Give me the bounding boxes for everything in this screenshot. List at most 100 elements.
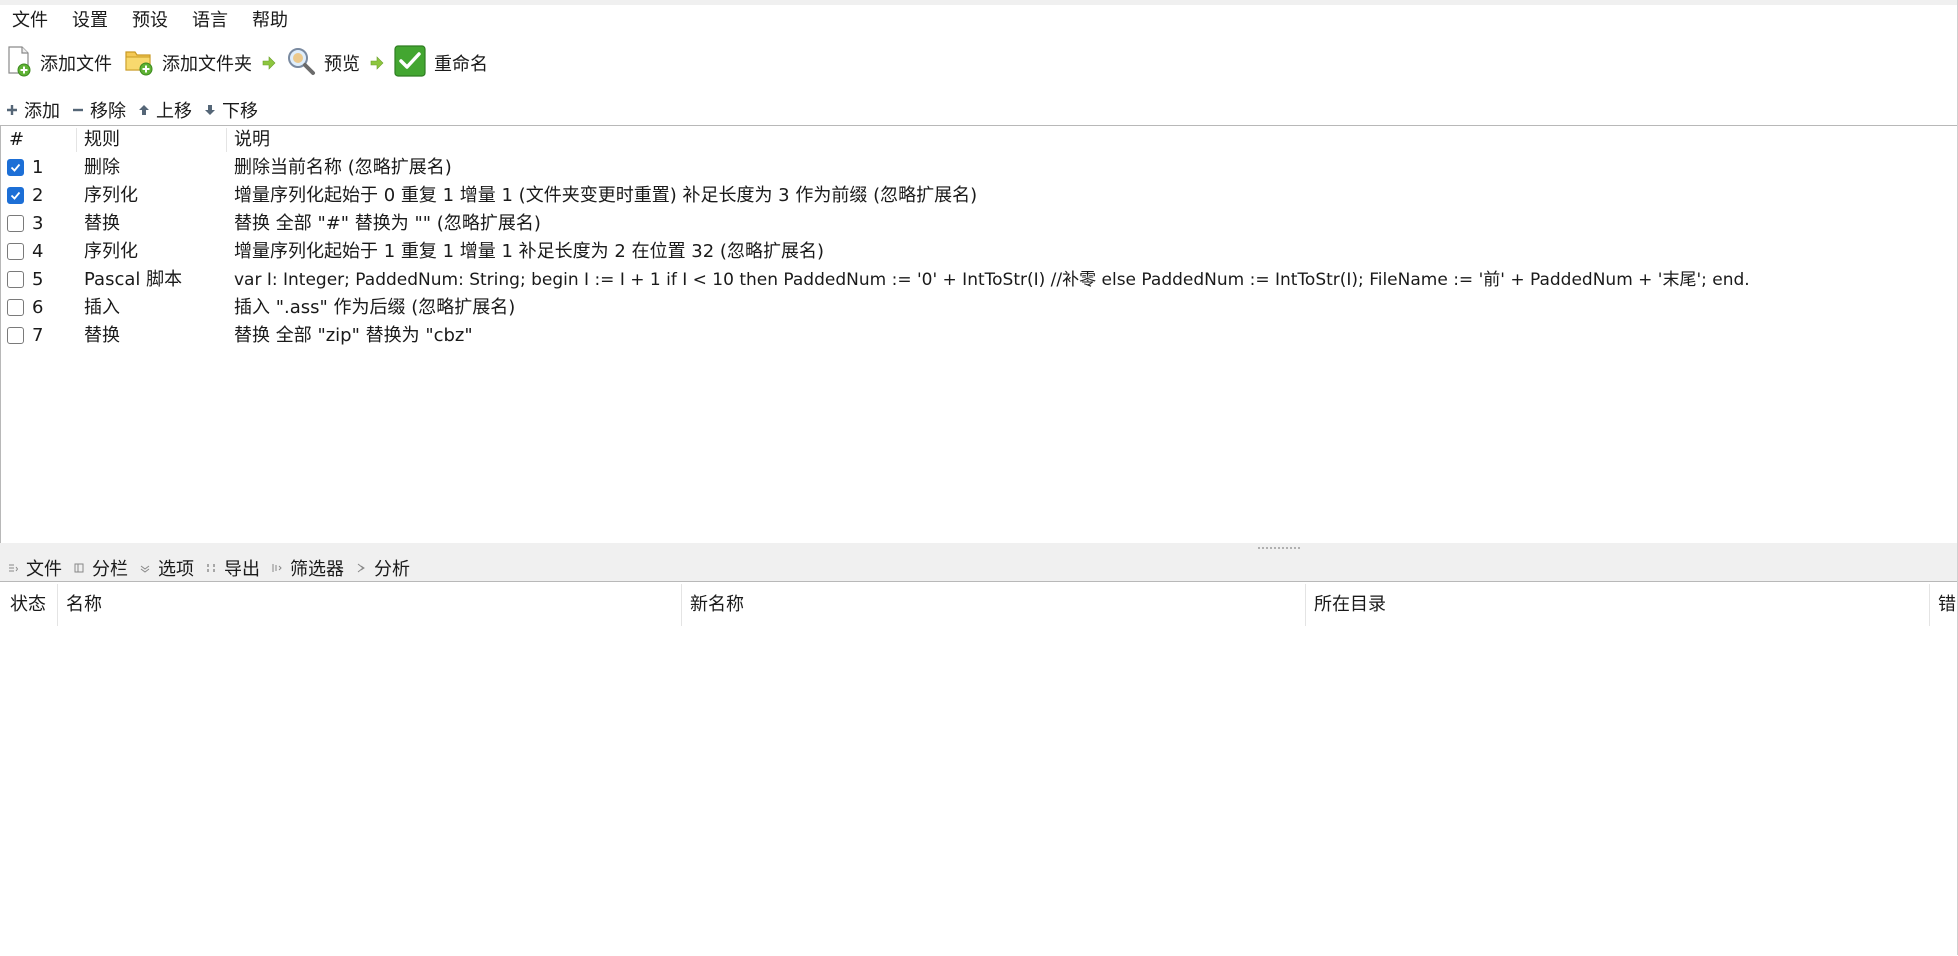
analyze-menu-button[interactable]: 分析: [354, 555, 410, 581]
arrow-up-icon: [138, 104, 150, 116]
preview-label: 预览: [324, 54, 360, 75]
rule-enabled-checkbox[interactable]: [7, 187, 24, 204]
rules-header: # 规则 说明: [1, 126, 1957, 154]
files-menu-button[interactable]: 文件: [6, 555, 62, 581]
menu-bar: 文件 设置 预设 语言 帮助: [0, 5, 1958, 36]
move-down-button[interactable]: 下移: [204, 97, 258, 123]
rule-row[interactable]: 2 序列化 增量序列化起始于 0 重复 1 增量 1 (文件夹变更时重置) 补足…: [1, 182, 1957, 210]
magnifier-icon: [286, 46, 316, 81]
rule-enabled-checkbox[interactable]: [7, 327, 24, 344]
rule-row[interactable]: 6 插入 插入 ".ass" 作为后缀 (忽略扩展名): [1, 294, 1957, 322]
files-list[interactable]: 状态 名称 新名称 所在目录 错: [0, 581, 1958, 956]
rule-index: 5: [32, 269, 44, 290]
rule-row[interactable]: 4 序列化 增量序列化起始于 1 重复 1 增量 1 补足长度为 2 在位置 3…: [1, 238, 1957, 266]
arrow-right-icon: [258, 41, 280, 85]
plus-icon: [6, 104, 18, 116]
rule-index: 2: [32, 185, 44, 206]
menu-help[interactable]: 帮助: [240, 5, 300, 36]
rule-name: 替换: [84, 325, 120, 346]
rule-row[interactable]: 7 替换 替换 全部 "zip" 替换为 "cbz": [1, 322, 1957, 350]
files-column-new-name[interactable]: 新名称: [680, 582, 1305, 628]
add-rule-button[interactable]: 添加: [6, 97, 60, 123]
menu-language[interactable]: 语言: [180, 5, 240, 36]
rule-enabled-checkbox[interactable]: [7, 243, 24, 260]
analyze-menu-label: 分析: [374, 559, 410, 580]
rename-button[interactable]: 重命名: [388, 41, 494, 85]
rule-index: 6: [32, 297, 44, 318]
rule-enabled-checkbox[interactable]: [7, 159, 24, 176]
files-column-folder[interactable]: 所在目录: [1304, 582, 1929, 628]
move-up-label: 上移: [156, 101, 192, 122]
files-column-name[interactable]: 名称: [56, 582, 681, 628]
export-menu-button[interactable]: 导出: [204, 555, 260, 581]
rules-toolbar: 添加 移除 上移 下移: [0, 98, 1958, 122]
add-file-icon: [6, 45, 32, 82]
rules-column-rule[interactable]: 规则: [84, 126, 120, 154]
rule-description: 删除当前名称 (忽略扩展名): [234, 157, 452, 178]
rules-list: # 规则 说明 1 删除 删除当前名称 (忽略扩展名) 2 序列化 增量序列化起…: [0, 125, 1957, 545]
export-icon: [204, 561, 218, 575]
add-folders-label: 添加文件夹: [162, 54, 252, 75]
checkmark-icon: [394, 44, 426, 82]
files-menu-label: 文件: [26, 559, 62, 580]
rule-name: 删除: [84, 157, 120, 178]
menu-presets[interactable]: 预设: [120, 5, 180, 36]
rule-name: 替换: [84, 213, 120, 234]
menu-file[interactable]: 文件: [0, 5, 60, 36]
rule-row[interactable]: 3 替换 替换 全部 "#" 替换为 "" (忽略扩展名): [1, 210, 1957, 238]
rule-name: 插入: [84, 297, 120, 318]
add-folders-button[interactable]: 添加文件夹: [118, 41, 258, 85]
columns-icon: [72, 561, 86, 575]
rule-name: Pascal 脚本: [84, 269, 183, 290]
options-icon: [138, 561, 152, 575]
rule-index: 4: [32, 241, 44, 262]
add-folder-icon: [124, 46, 154, 81]
rule-description: 替换 全部 "zip" 替换为 "cbz": [234, 325, 473, 346]
columns-menu-button[interactable]: 分栏: [72, 555, 128, 581]
add-files-button[interactable]: 添加文件: [0, 41, 118, 85]
rule-index: 1: [32, 157, 44, 178]
filter-menu-button[interactable]: 筛选器: [270, 555, 344, 581]
main-toolbar: 添加文件 添加文件夹 预览 重命名: [0, 37, 1958, 89]
menu-settings[interactable]: 设置: [60, 5, 120, 36]
files-toolbar: 文件 分栏 选项 导出 筛选器 分析: [0, 555, 1958, 581]
files-column-status[interactable]: 状态: [0, 582, 57, 628]
dropdown-icon: [6, 561, 20, 575]
arrow-right-icon: [366, 41, 388, 85]
remove-rule-label: 移除: [90, 101, 126, 122]
column-divider[interactable]: [76, 128, 77, 152]
options-menu-button[interactable]: 选项: [138, 555, 194, 581]
filter-icon: [270, 561, 284, 575]
rule-enabled-checkbox[interactable]: [7, 215, 24, 232]
column-divider[interactable]: [226, 128, 227, 152]
rule-description: 增量序列化起始于 1 重复 1 增量 1 补足长度为 2 在位置 32 (忽略扩…: [234, 241, 824, 262]
analyze-icon: [354, 561, 368, 575]
arrow-down-icon: [204, 104, 216, 116]
rules-column-description[interactable]: 说明: [234, 126, 270, 154]
files-column-error[interactable]: 错: [1928, 582, 1958, 628]
rule-row[interactable]: 5 Pascal 脚本 var I: Integer; PaddedNum: S…: [1, 266, 1957, 294]
rule-enabled-checkbox[interactable]: [7, 299, 24, 316]
rule-description: 替换 全部 "#" 替换为 "" (忽略扩展名): [234, 213, 541, 234]
add-files-label: 添加文件: [40, 54, 112, 75]
rule-row[interactable]: 1 删除 删除当前名称 (忽略扩展名): [1, 154, 1957, 182]
filter-menu-label: 筛选器: [290, 559, 344, 580]
rules-column-index[interactable]: #: [9, 126, 24, 154]
preview-button[interactable]: 预览: [280, 41, 366, 85]
rule-description: 增量序列化起始于 0 重复 1 增量 1 (文件夹变更时重置) 补足长度为 3 …: [234, 185, 978, 206]
rule-description: var I: Integer; PaddedNum: String; begin…: [234, 270, 1750, 290]
splitter-grip[interactable]: [1257, 546, 1301, 550]
options-menu-label: 选项: [158, 559, 194, 580]
columns-menu-label: 分栏: [92, 559, 128, 580]
move-up-button[interactable]: 上移: [138, 97, 192, 123]
remove-rule-button[interactable]: 移除: [72, 97, 126, 123]
rule-index: 3: [32, 213, 44, 234]
export-menu-label: 导出: [224, 559, 260, 580]
rule-name: 序列化: [84, 241, 138, 262]
rename-label: 重命名: [434, 54, 488, 75]
rule-enabled-checkbox[interactable]: [7, 271, 24, 288]
move-down-label: 下移: [222, 101, 258, 122]
rule-description: 插入 ".ass" 作为后缀 (忽略扩展名): [234, 297, 516, 318]
panel-splitter[interactable]: [0, 543, 1958, 555]
minus-icon: [72, 104, 84, 116]
